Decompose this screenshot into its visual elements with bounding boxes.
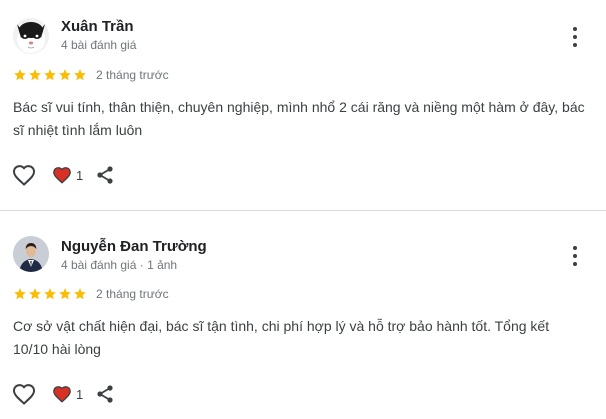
review-time: 2 tháng trước	[96, 287, 169, 301]
dot	[573, 35, 577, 39]
person-avatar-icon	[13, 236, 49, 272]
review-text: Bác sĩ vui tính, thân thiện, chuyên nghi…	[13, 99, 585, 138]
heart-filled-icon	[53, 386, 71, 403]
share-button[interactable]	[95, 165, 115, 185]
heart-outline-icon	[12, 384, 36, 405]
reviewer-name[interactable]: Nguyễn Đan Trường	[61, 238, 207, 255]
star-icon	[44, 69, 56, 81]
like-count: 1	[76, 386, 84, 402]
share-button[interactable]	[95, 384, 115, 404]
star-icon	[14, 288, 26, 300]
like-button[interactable]	[12, 164, 36, 186]
review-actions: 1	[12, 164, 115, 186]
star-icon	[29, 69, 41, 81]
rating-row: 2 tháng trước	[13, 67, 169, 83]
reviewer-meta: 4 bài đánh giá · 1 ảnh	[61, 258, 178, 272]
dot	[573, 254, 577, 258]
star-icon	[14, 69, 26, 81]
share-icon	[97, 166, 113, 184]
like-count: 1	[76, 167, 84, 183]
like-button[interactable]	[12, 383, 36, 405]
dot	[573, 43, 577, 47]
dot	[573, 262, 577, 266]
divider	[0, 210, 606, 211]
likes-button[interactable]: 1	[52, 385, 83, 403]
star-icon	[59, 288, 71, 300]
likes-button[interactable]: 1	[52, 166, 83, 184]
star-icon	[29, 288, 41, 300]
avatar[interactable]	[13, 18, 49, 54]
reviews-list: Xuân Trần 4 bài đánh giá 2 tháng trước B…	[0, 0, 606, 419]
reviewer-meta: 4 bài đánh giá	[61, 38, 137, 52]
dot	[573, 27, 577, 31]
more-options-icon[interactable]	[566, 245, 584, 267]
more-options-icon[interactable]	[566, 26, 584, 48]
avatar[interactable]	[13, 236, 49, 272]
share-icon	[97, 385, 113, 403]
reviewer-name[interactable]: Xuân Trần	[61, 18, 134, 35]
review-time: 2 tháng trước	[96, 68, 169, 82]
review-card: Xuân Trần 4 bài đánh giá 2 tháng trước B…	[0, 0, 606, 210]
star-icon	[59, 69, 71, 81]
star-icon	[74, 288, 86, 300]
star-rating	[13, 68, 87, 82]
dot	[573, 246, 577, 250]
star-icon	[74, 69, 86, 81]
heart-outline-icon	[12, 165, 36, 186]
rating-row: 2 tháng trước	[13, 286, 169, 302]
heart-filled-icon	[53, 167, 71, 184]
cat-avatar-icon	[13, 18, 49, 54]
review-card: Nguyễn Đan Trường 4 bài đánh giá · 1 ảnh…	[0, 212, 606, 419]
review-text: Cơ sở vật chất hiện đại, bác sĩ tận tình…	[13, 318, 550, 357]
star-icon	[44, 288, 56, 300]
star-rating	[13, 287, 87, 301]
review-actions: 1	[12, 383, 115, 405]
